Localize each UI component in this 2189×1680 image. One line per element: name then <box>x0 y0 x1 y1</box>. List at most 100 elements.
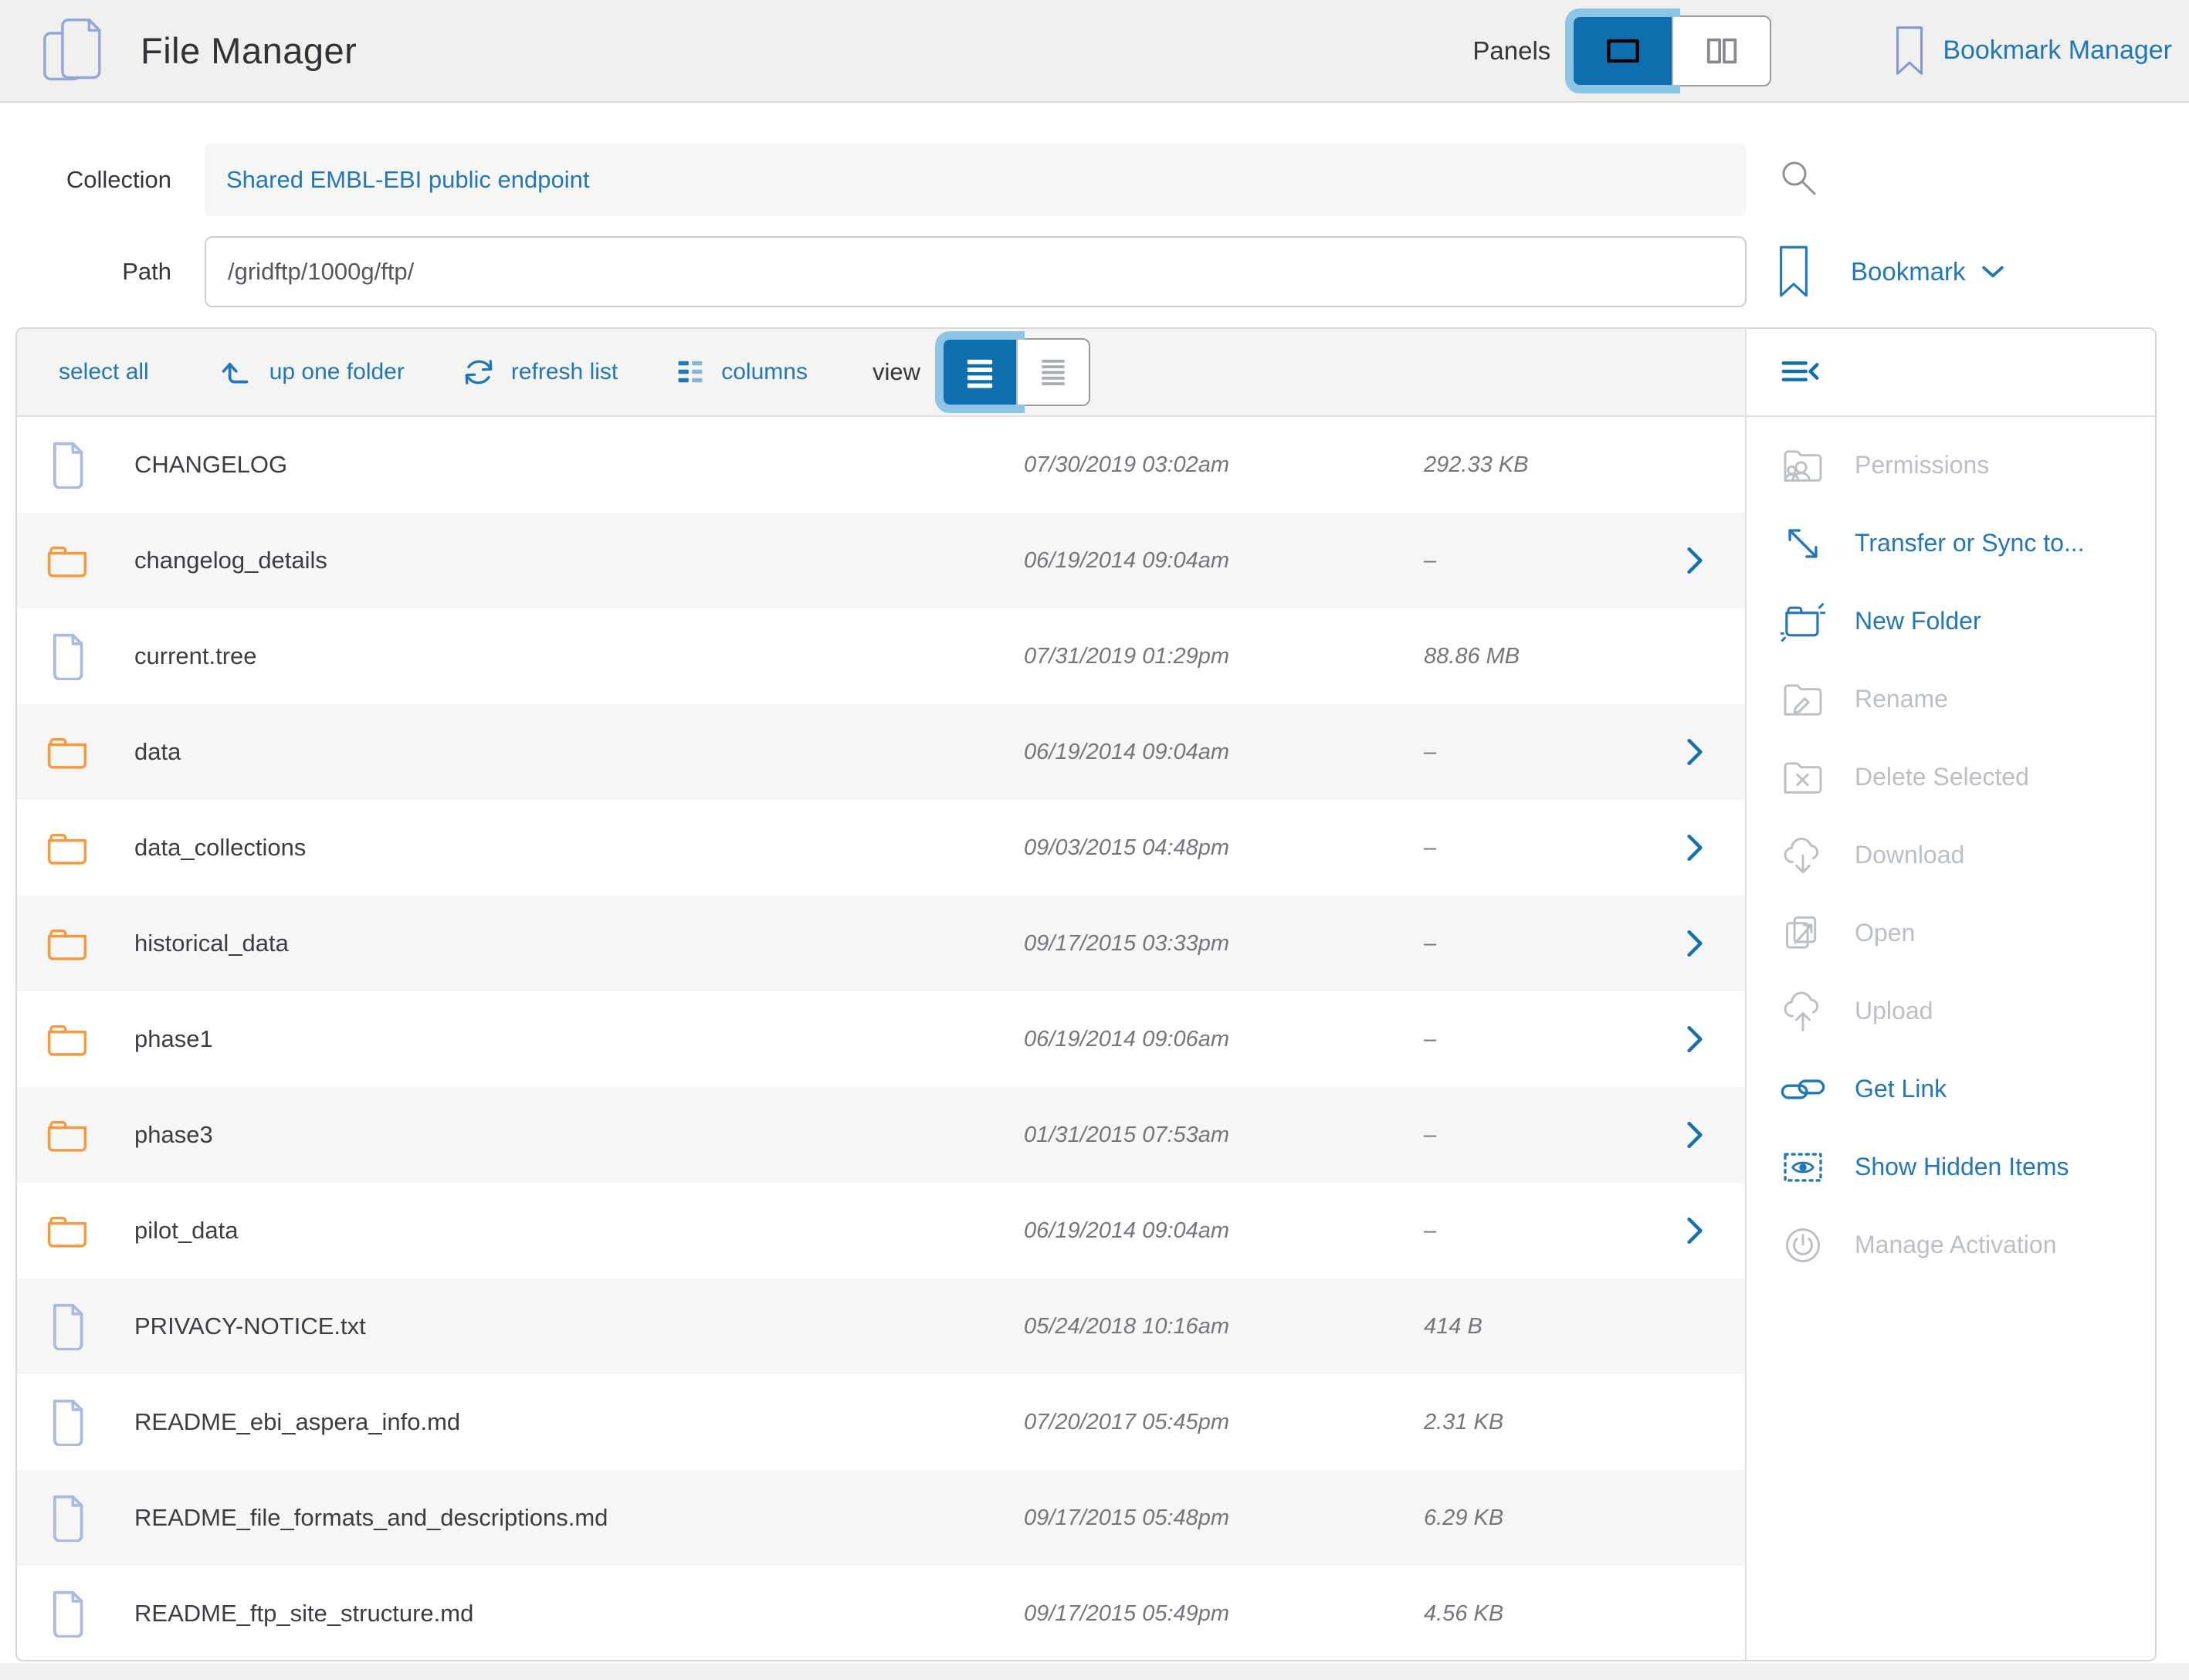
single-panel-icon <box>1604 33 1642 69</box>
file-name[interactable]: data_collections <box>134 834 306 862</box>
list-toolbar: select all up one folder refresh list co… <box>17 329 1745 417</box>
file-name[interactable]: pilot_data <box>134 1217 238 1245</box>
view-list-option[interactable] <box>944 340 1016 405</box>
file-row-historical_data[interactable]: historical_data 09/17/2015 03:33pm – <box>17 896 1745 991</box>
file-list-column: select all up one folder refresh list co… <box>17 329 1747 1660</box>
bookmark-button[interactable]: Bookmark <box>1778 241 2004 303</box>
folder-icon <box>43 1021 91 1058</box>
chevron-right-icon[interactable] <box>1645 737 1745 767</box>
file-list: CHANGELOG 07/30/2019 03:02am 292.33 KB c… <box>17 417 1745 1661</box>
file-name[interactable]: changelog_details <box>134 547 327 574</box>
sidebar-item-label: Upload <box>1855 997 1933 1025</box>
file-row-README_ebi_aspera_info.md[interactable]: README_ebi_aspera_info.md 07/20/2017 05:… <box>17 1374 1745 1470</box>
file-size: 6.29 KB <box>1424 1506 1645 1531</box>
chevron-right-icon[interactable] <box>1645 546 1745 575</box>
page-bottom-strip <box>0 1663 2189 1680</box>
file-name[interactable]: historical_data <box>134 930 289 957</box>
file-name-cell: historical_data <box>17 925 1024 962</box>
bookmark-manager-button[interactable]: Bookmark Manager <box>1895 25 2172 77</box>
refresh-list-button[interactable]: refresh list <box>460 354 618 391</box>
file-row-README_file_formats_and_descriptions.md[interactable]: README_file_formats_and_descriptions.md … <box>17 1470 1745 1566</box>
file-row-PRIVACY-NOTICE.txt[interactable]: PRIVACY-NOTICE.txt 05/24/2018 10:16am 41… <box>17 1279 1745 1374</box>
file-name-cell: current.tree <box>17 632 1024 680</box>
sidebar-item-permissions: Permissions <box>1747 426 2155 504</box>
file-row-current.tree[interactable]: current.tree 07/31/2019 01:29pm 88.86 MB <box>17 608 1745 704</box>
file-name[interactable]: PRIVACY-NOTICE.txt <box>134 1312 366 1340</box>
sidebar-item-manage-activation: Manage Activation <box>1747 1206 2155 1284</box>
up-arrow-icon <box>220 354 256 390</box>
compact-view-icon <box>1036 355 1070 389</box>
up-one-folder-button[interactable]: up one folder <box>220 354 405 390</box>
select-all-button[interactable]: select all <box>59 359 149 385</box>
file-name[interactable]: data <box>134 738 181 766</box>
view-toggle[interactable] <box>942 338 1090 406</box>
sidebar-item-label: Manage Activation <box>1855 1231 2057 1259</box>
chevron-right-icon[interactable] <box>1645 1120 1745 1150</box>
download-icon <box>1781 833 1825 878</box>
chevron-right-icon[interactable] <box>1645 1216 1745 1245</box>
file-row-data[interactable]: data 06/19/2014 09:04am – <box>17 704 1745 800</box>
file-row-phase1[interactable]: phase1 06/19/2014 09:06am – <box>17 991 1745 1087</box>
file-modified: 09/03/2015 04:48pm <box>1024 835 1424 861</box>
file-icon <box>43 1494 91 1542</box>
chevron-right-icon[interactable] <box>1645 1025 1745 1054</box>
file-name[interactable]: CHANGELOG <box>134 451 287 479</box>
file-row-changelog_details[interactable]: changelog_details 06/19/2014 09:04am – <box>17 513 1745 608</box>
file-modified: 05/24/2018 10:16am <box>1024 1314 1424 1340</box>
bookmark-manager-label: Bookmark Manager <box>1943 36 2172 66</box>
sidebar-item-show-hidden-items[interactable]: Show Hidden Items <box>1747 1128 2155 1206</box>
file-icon <box>43 441 91 489</box>
sidebar-item-label: New Folder <box>1855 607 1981 635</box>
file-row-phase3[interactable]: phase3 01/31/2015 07:53am – <box>17 1087 1745 1183</box>
sidebar-item-get-link[interactable]: Get Link <box>1747 1050 2155 1128</box>
file-name-cell: PRIVACY-NOTICE.txt <box>17 1302 1024 1350</box>
folder-icon <box>43 733 91 771</box>
sidebar-item-label: Rename <box>1855 685 1948 713</box>
file-name-cell: data_collections <box>17 829 1024 866</box>
file-browser-panel: select all up one folder refresh list co… <box>15 327 2157 1661</box>
search-icon[interactable] <box>1777 157 1819 198</box>
file-size: 414 B <box>1424 1314 1645 1340</box>
panels-single-option[interactable] <box>1574 17 1672 85</box>
file-name[interactable]: README_file_formats_and_descriptions.md <box>134 1504 608 1532</box>
file-name-cell: pilot_data <box>17 1212 1024 1249</box>
file-name[interactable]: README_ftp_site_structure.md <box>134 1600 473 1628</box>
folder-icon <box>43 925 91 962</box>
panels-toggle[interactable] <box>1572 15 1771 86</box>
path-input[interactable] <box>205 236 1747 307</box>
columns-label: columns <box>721 359 808 385</box>
refresh-list-label: refresh list <box>511 359 618 385</box>
file-name[interactable]: phase1 <box>134 1025 213 1053</box>
file-modified: 09/17/2015 05:49pm <box>1024 1601 1424 1627</box>
file-modified: 07/20/2017 05:45pm <box>1024 1410 1424 1435</box>
bookmark-label: Bookmark <box>1851 257 1966 286</box>
chevron-right-icon[interactable] <box>1645 833 1745 862</box>
file-row-pilot_data[interactable]: pilot_data 06/19/2014 09:04am – <box>17 1183 1745 1279</box>
file-name[interactable]: current.tree <box>134 642 257 670</box>
sidebar-item-transfer-or-sync-to[interactable]: Transfer or Sync to... <box>1747 504 2155 582</box>
view-compact-option[interactable] <box>1016 340 1089 405</box>
file-modified: 06/19/2014 09:04am <box>1024 1218 1424 1244</box>
file-row-data_collections[interactable]: data_collections 09/03/2015 04:48pm – <box>17 800 1745 896</box>
folder-icon <box>43 829 91 866</box>
file-name[interactable]: README_ebi_aspera_info.md <box>134 1408 460 1436</box>
file-row-README_ftp_site_structure.md[interactable]: README_ftp_site_structure.md 09/17/2015 … <box>17 1566 1745 1661</box>
file-row-CHANGELOG[interactable]: CHANGELOG 07/30/2019 03:02am 292.33 KB <box>17 417 1745 513</box>
columns-button[interactable]: columns <box>673 355 808 389</box>
panels-dual-option[interactable] <box>1672 17 1770 85</box>
sidebar-item-upload: Upload <box>1747 972 2155 1050</box>
sidebar-item-new-folder[interactable]: New Folder <box>1747 582 2155 660</box>
file-name[interactable]: phase3 <box>134 1121 213 1149</box>
collapse-sidebar-icon[interactable] <box>1777 355 1822 389</box>
collection-input[interactable] <box>205 144 1747 216</box>
file-modified: 07/31/2019 01:29pm <box>1024 644 1424 669</box>
chevron-right-icon[interactable] <box>1645 929 1745 958</box>
page-title: File Manager <box>141 29 357 72</box>
manage-activation-icon <box>1781 1223 1825 1268</box>
file-name-cell: changelog_details <box>17 542 1024 579</box>
file-size: 292.33 KB <box>1424 452 1645 478</box>
file-name-cell: README_file_formats_and_descriptions.md <box>17 1494 1024 1542</box>
sidebar-item-label: Delete Selected <box>1855 763 2029 791</box>
file-size: – <box>1424 1123 1645 1148</box>
rename-icon <box>1781 677 1825 722</box>
